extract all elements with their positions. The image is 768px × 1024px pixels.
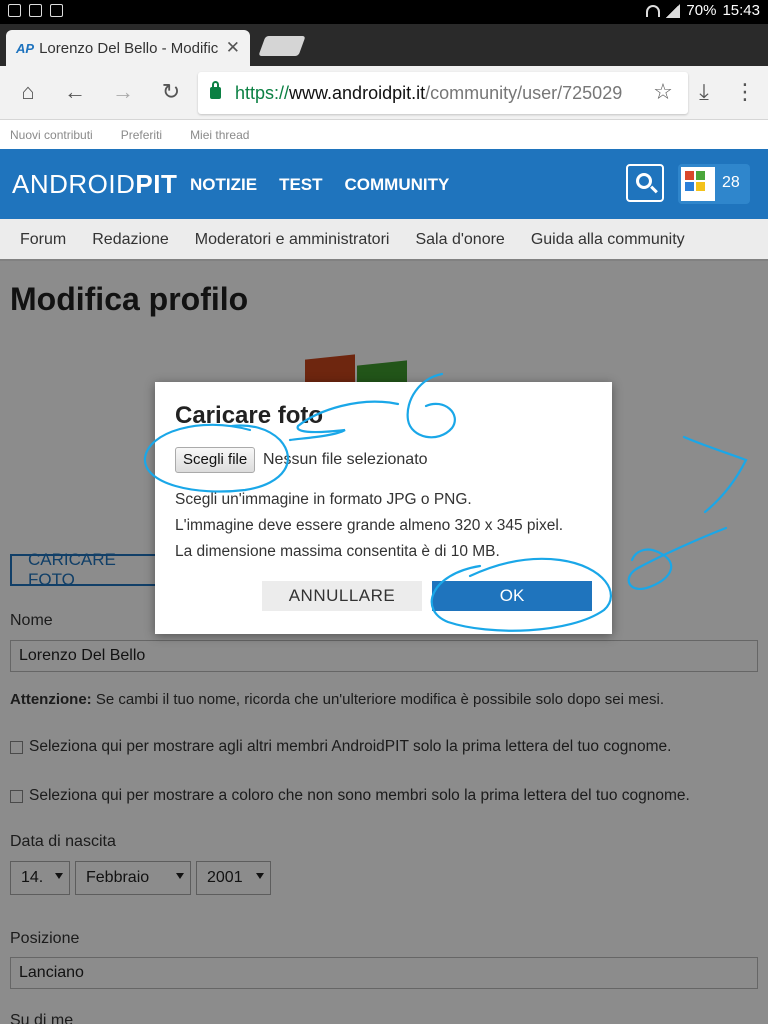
secnav-guida[interactable]: Guida alla community xyxy=(531,231,685,249)
tab-favicon: AP xyxy=(16,40,35,56)
ok-button[interactable]: OK xyxy=(432,581,592,611)
logo-text-android: ANDROID xyxy=(12,169,136,199)
wifi-icon xyxy=(646,4,661,17)
dialog-title: Caricare foto xyxy=(175,402,324,429)
tab-strip: AP Lorenzo Del Bello - Modific ✕ xyxy=(0,24,768,66)
status-bar: 70% 15:43 xyxy=(0,0,768,24)
clock: 15:43 xyxy=(722,2,760,19)
hotspot-icon xyxy=(50,4,63,17)
avatar xyxy=(681,167,715,201)
file-status: Nessun file selezionato xyxy=(263,451,428,468)
download-icon[interactable]: ⤓ xyxy=(691,79,717,105)
nav-community[interactable]: COMMUNITY xyxy=(345,175,450,195)
subnav-miei-thread[interactable]: Miei thread xyxy=(190,128,249,142)
main-nav: NOTIZIE TEST COMMUNITY xyxy=(190,175,449,195)
forward-icon[interactable]: → xyxy=(110,79,136,105)
url-scheme: https:// xyxy=(235,82,290,103)
choose-file-button[interactable]: Scegli file xyxy=(175,447,256,473)
browser-toolbar: ⌂ ← → ↻ https://www.androidpit.it/commun… xyxy=(0,66,768,120)
gallery-notification-icon xyxy=(8,4,21,17)
star-icon[interactable]: ☆ xyxy=(650,79,676,105)
secnav-redazione[interactable]: Redazione xyxy=(92,231,169,249)
site-logo[interactable]: ANDROIDPIT xyxy=(12,169,177,200)
nav-notizie[interactable]: NOTIZIE xyxy=(190,175,257,195)
url-path: /community/user/725029 xyxy=(425,82,623,103)
user-subnav: Nuovi contributi Preferiti Miei thread xyxy=(0,121,768,149)
reload-icon[interactable]: ↻ xyxy=(158,79,184,105)
dialog-info-max: La dimensione massima consentita è di 10… xyxy=(175,543,500,560)
menu-icon[interactable]: ⋮ xyxy=(732,79,758,105)
dialog-info-format: Scegli un'immagine in formato JPG o PNG. xyxy=(175,491,472,508)
back-icon[interactable]: ← xyxy=(62,79,88,105)
logo-text-pit: PIT xyxy=(135,169,178,199)
site-header: ANDROIDPIT NOTIZIE TEST COMMUNITY 28 xyxy=(0,149,768,219)
subnav-preferiti[interactable]: Preferiti xyxy=(121,128,162,142)
secnav-sala-onore[interactable]: Sala d'onore xyxy=(415,231,504,249)
lock-icon xyxy=(210,81,221,99)
browser-tab[interactable]: AP Lorenzo Del Bello - Modific ✕ xyxy=(6,30,250,66)
cancel-button[interactable]: ANNULLARE xyxy=(262,581,422,611)
signal-icon xyxy=(666,3,681,18)
address-bar[interactable]: https://www.androidpit.it/community/user… xyxy=(198,72,688,114)
close-tab-icon[interactable]: ✕ xyxy=(226,38,240,58)
notification-count: 28 xyxy=(722,174,740,191)
home-icon[interactable]: ⌂ xyxy=(15,79,41,105)
upload-photo-dialog: Caricare foto Scegli file Nessun file se… xyxy=(155,382,612,634)
secnav-moderatori[interactable]: Moderatori e amministratori xyxy=(195,231,390,249)
secnav-forum[interactable]: Forum xyxy=(20,231,66,249)
search-button[interactable] xyxy=(626,164,664,202)
nav-test[interactable]: TEST xyxy=(279,175,322,195)
modal-backdrop[interactable] xyxy=(0,259,768,1024)
community-nav: Forum Redazione Moderatori e amministrat… xyxy=(0,219,768,261)
dialog-info-size: L'immagine deve essere grande almeno 320… xyxy=(175,517,564,534)
tab-title: Lorenzo Del Bello - Modific xyxy=(39,39,219,57)
battery-level: 70% xyxy=(686,2,717,19)
subnav-nuovi-contributi[interactable]: Nuovi contributi xyxy=(10,128,93,142)
missed-call-icon xyxy=(29,4,42,17)
new-tab-button[interactable] xyxy=(258,36,306,56)
user-menu[interactable]: 28 xyxy=(678,164,750,204)
notification-icons xyxy=(8,4,63,17)
url-host: www.androidpit.it xyxy=(289,82,426,103)
